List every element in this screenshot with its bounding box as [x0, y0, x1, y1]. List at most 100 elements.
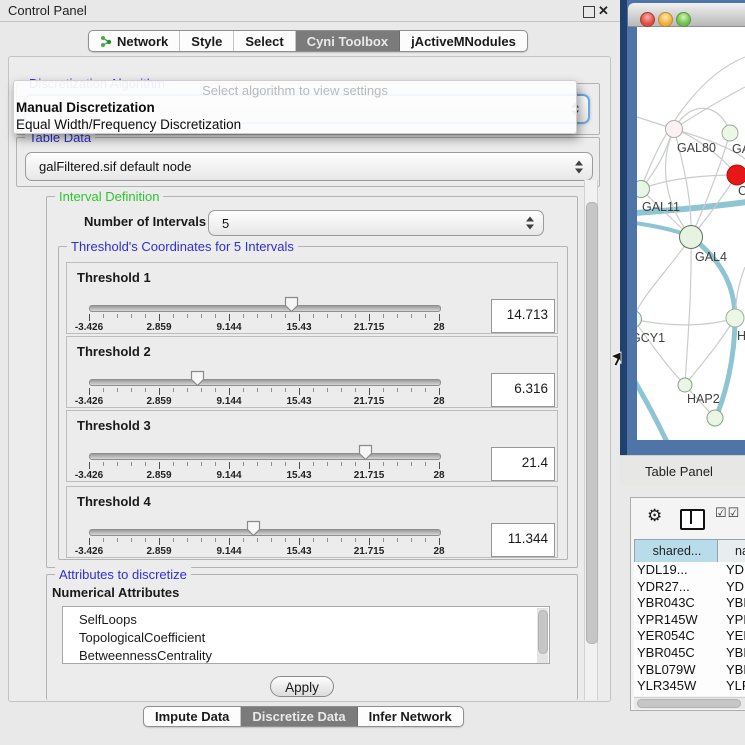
- node-gal80[interactable]: [666, 121, 683, 138]
- thresholds-legend: Threshold's Coordinates for 5 Intervals: [67, 239, 298, 254]
- node[interactable]: [722, 125, 738, 141]
- threshold-4-value-field[interactable]: 11.344: [491, 523, 555, 557]
- threshold-4-slider-thumb[interactable]: [246, 520, 261, 537]
- threshold-1-slider-track[interactable]: [89, 305, 441, 312]
- tab-network[interactable]: Network: [89, 31, 180, 51]
- application-window: Control Panel ✕ Network Style Select Cyn…: [0, 0, 745, 745]
- numerical-attributes-label: Numerical Attributes: [52, 585, 179, 600]
- menu-item-manual-discretization[interactable]: Manual Discretization: [14, 99, 576, 116]
- panel-title: Control Panel: [8, 0, 87, 22]
- node-label-clipped: H: [737, 329, 745, 343]
- node[interactable]: [707, 410, 723, 426]
- top-tab-bar: Network Style Select Cyni Toolbox jActiv…: [88, 30, 528, 52]
- edge-teal: [637, 375, 667, 440]
- threshold-1-slider-thumb[interactable]: [284, 296, 299, 313]
- tick-label: 9.144: [216, 322, 241, 333]
- list-item[interactable]: TopologicalCoefficient: [63, 629, 549, 647]
- tick-label: 2.859: [146, 470, 171, 481]
- slider-ticks: [89, 538, 440, 545]
- menu-item-equal-width-frequency[interactable]: Equal Width/Frequency Discretization: [14, 116, 576, 133]
- apply-button[interactable]: Apply: [270, 676, 334, 697]
- tab-infer-network[interactable]: Infer Network: [358, 707, 463, 726]
- zoom-traffic-light[interactable]: [676, 12, 691, 27]
- tab-jactivemnodules[interactable]: jActiveMNodules: [400, 31, 527, 51]
- table-row[interactable]: YBR045CYBR0: [634, 645, 745, 662]
- threshold-3-value-field[interactable]: 21.4: [491, 447, 555, 481]
- threshold-1-value-field[interactable]: 14.713: [491, 299, 555, 333]
- network-graph: GAL80 GA C GAL11 GAL4 GCY1 H HAP2: [637, 27, 745, 440]
- column-header-name[interactable]: na: [717, 539, 745, 563]
- column-header-shared-name[interactable]: shared...: [634, 539, 720, 563]
- split-table-icon[interactable]: [680, 509, 705, 530]
- minimize-traffic-light[interactable]: [658, 12, 673, 27]
- threshold-4-slider-track[interactable]: [89, 529, 441, 536]
- node-label: GCY1: [637, 331, 665, 345]
- table-row[interactable]: YER054CYER0: [634, 628, 745, 645]
- tick-label: 2.859: [146, 322, 171, 333]
- attributes-legend: Attributes to discretize: [55, 567, 191, 582]
- select-columns-icon[interactable]: ☑☑: [715, 505, 740, 521]
- tick-label: 28: [433, 396, 444, 407]
- threshold-2-value-field[interactable]: 6.316: [491, 373, 555, 407]
- threshold-3-slider-track[interactable]: [89, 453, 441, 460]
- table-row[interactable]: YDL19...YDL1: [634, 562, 745, 579]
- threshold-2-panel: Threshold 2 -3.426 2.859 9.144 15.43 21.…: [66, 336, 558, 408]
- tab-select[interactable]: Select: [234, 31, 295, 51]
- tab-discretize-data[interactable]: Discretize Data: [241, 707, 357, 726]
- table-row[interactable]: YLR345WYLR3: [634, 678, 745, 695]
- list-item[interactable]: BetweennessCentrality: [63, 647, 549, 664]
- number-of-intervals-label: Number of Intervals: [84, 214, 206, 229]
- tab-impute-data[interactable]: Impute Data: [144, 707, 241, 726]
- table-horizontal-scrollbar[interactable]: [634, 697, 745, 709]
- threshold-2-slider-thumb[interactable]: [190, 370, 205, 387]
- threshold-2-slider-track[interactable]: [89, 379, 441, 386]
- tick-label: 21.715: [354, 322, 385, 333]
- list-scrollbar[interactable]: [537, 608, 548, 664]
- list-item[interactable]: SelfLoops: [63, 611, 549, 629]
- tick-label: 15.43: [286, 546, 311, 557]
- attributes-listbox: SelfLoops TopologicalCoefficient Between…: [62, 606, 550, 664]
- threshold-3-panel: Threshold 3 -3.426 2.859 9.144 15.43 21.…: [66, 410, 558, 482]
- node-label: GAL4: [695, 250, 727, 264]
- network-canvas[interactable]: GAL80 GA C GAL11 GAL4 GCY1 H HAP2: [637, 27, 745, 440]
- table-row[interactable]: YDR27...YDR2: [634, 579, 745, 596]
- node-hap2[interactable]: [678, 378, 692, 392]
- tab-network-label: Network: [117, 34, 168, 49]
- table-row[interactable]: YPR145WYPR1: [634, 612, 745, 629]
- table-data-combobox[interactable]: galFiltered.sif default node: [25, 152, 593, 181]
- node-selected-red[interactable]: [727, 165, 745, 185]
- algorithm-hint: Select algorithm to view settings: [14, 82, 576, 99]
- node-gal11[interactable]: [637, 181, 650, 198]
- threshold-1-panel: Threshold 1 -3.426 2.859 9.144 15.43 21.…: [66, 262, 558, 334]
- close-icon[interactable]: ✕: [598, 3, 609, 19]
- tab-style[interactable]: Style: [180, 31, 234, 51]
- threshold-1-label: Threshold 1: [77, 270, 151, 285]
- mouse-cursor: [610, 351, 623, 368]
- slider-ticks: [89, 314, 440, 321]
- panel-scrollbar[interactable]: [584, 180, 598, 700]
- gear-icon[interactable]: ⚙: [647, 506, 662, 526]
- combo-arrows-icon: [575, 160, 583, 173]
- node[interactable]: [726, 309, 744, 327]
- node-label-clipped: GA: [732, 142, 745, 156]
- table-row[interactable]: YIL052CYIL0: [634, 695, 745, 696]
- table-row[interactable]: YBL079WYBL0: [634, 662, 745, 679]
- close-traffic-light[interactable]: [640, 12, 655, 27]
- table-panel-title: Table Panel: [645, 456, 713, 487]
- node-gcy1[interactable]: [637, 311, 642, 328]
- tab-cyni-toolbox[interactable]: Cyni Toolbox: [296, 31, 400, 51]
- network-window-titlebar[interactable]: [628, 3, 745, 27]
- tick-label: 9.144: [216, 546, 241, 557]
- threshold-3-label: Threshold 3: [77, 418, 151, 433]
- float-window-icon[interactable]: [583, 6, 595, 18]
- node-gal4[interactable]: [680, 226, 703, 249]
- threshold-3-slider-thumb[interactable]: [358, 444, 373, 461]
- tick-label: 28: [433, 546, 444, 557]
- table-row[interactable]: YBR043CYBR0: [634, 595, 745, 612]
- node-label: HAP2: [687, 392, 720, 406]
- tick-label: 15.43: [286, 396, 311, 407]
- algorithm-dropdown-popup: Select algorithm to view settings Manual…: [13, 80, 577, 134]
- threshold-4-label: Threshold 4: [77, 494, 151, 509]
- slider-ticks: [89, 388, 440, 395]
- number-of-intervals-combobox[interactable]: 5: [208, 210, 544, 236]
